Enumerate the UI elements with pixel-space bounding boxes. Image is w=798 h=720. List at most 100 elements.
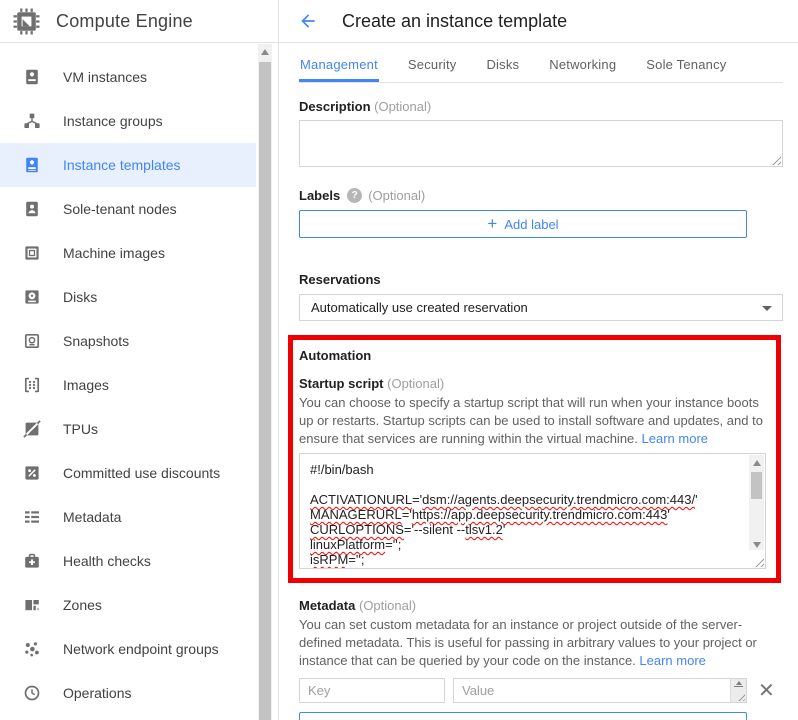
- sidebar-item-zones[interactable]: Zones: [0, 583, 256, 627]
- sidebar-item-metadata[interactable]: Metadata: [0, 495, 256, 539]
- description-label: Description (Optional): [299, 99, 783, 114]
- reservations-label: Reservations: [299, 272, 783, 287]
- script-scrollbar-up-icon[interactable]: [749, 455, 764, 471]
- metadata-key-input[interactable]: [299, 678, 445, 703]
- script-line: [310, 477, 745, 492]
- sidebar-item-label: Instance templates: [63, 157, 181, 173]
- startup-script-textarea[interactable]: #!/bin/bash ACTIVATIONURL='dsm://agents.…: [299, 453, 766, 569]
- metadata-kv-row: ✕: [299, 678, 783, 703]
- sidebar-item-operations[interactable]: Operations: [0, 671, 256, 715]
- sidebar-item-label: Instance groups: [63, 113, 163, 129]
- startup-script-help-text: You can choose to specify a startup scri…: [299, 394, 769, 448]
- metadata-help-text: You can set custom metadata for an insta…: [299, 616, 783, 670]
- sidebar-item-label: Network endpoint groups: [63, 641, 219, 657]
- help-icon[interactable]: ?: [347, 188, 362, 203]
- metadata-learn-more-link[interactable]: Learn more: [639, 653, 705, 668]
- compute-engine-window: Compute Engine VM instances Instance grou…: [0, 0, 798, 720]
- sidebar-item-disks[interactable]: Disks: [0, 275, 256, 319]
- sidebar-scrollbar[interactable]: [258, 44, 272, 720]
- sidebar-item-snapshots[interactable]: Snapshots: [0, 319, 256, 363]
- remove-row-icon[interactable]: ✕: [758, 681, 775, 701]
- script-line: CURLOPTIONS='--silent --tlsv1.2': [310, 522, 745, 537]
- sidebar-item-label: Sole-tenant nodes: [63, 201, 177, 217]
- sidebar-item-label: Machine images: [63, 245, 165, 261]
- app-title: Compute Engine: [56, 11, 193, 32]
- sidebar-item-label: Snapshots: [63, 333, 129, 349]
- instance-templates-icon: [23, 156, 41, 174]
- sidebar-item-instance-groups[interactable]: Instance groups: [0, 99, 256, 143]
- startup-learn-more-link[interactable]: Learn more: [642, 431, 708, 446]
- tab-security[interactable]: Security: [407, 43, 458, 82]
- sidebar-item-committed-use-discounts[interactable]: Committed use discounts: [0, 451, 256, 495]
- sidebar-header: Compute Engine: [0, 0, 278, 43]
- reservations-selected-option: Automatically use created reservation: [311, 300, 528, 315]
- sidebar-item-network-endpoint-groups[interactable]: Network endpoint groups: [0, 627, 256, 671]
- sidebar-item-label: Disks: [63, 289, 97, 305]
- labels-label: Labels: [299, 188, 340, 203]
- dropdown-caret-icon: [762, 306, 772, 311]
- sidebar-item-sole-tenant-nodes[interactable]: Sole-tenant nodes: [0, 187, 256, 231]
- metadata-icon: [23, 508, 41, 526]
- back-arrow-icon[interactable]: [296, 9, 320, 33]
- value-resize-widget[interactable]: [730, 679, 746, 702]
- description-optional-text: (Optional): [374, 99, 431, 114]
- disks-icon: [23, 288, 41, 306]
- add-item-button[interactable]: + Add item: [299, 712, 747, 720]
- sidebar-item-health-checks[interactable]: Health checks: [0, 539, 256, 583]
- description-field-wrap: [299, 120, 783, 167]
- sidebar-item-label: Zones: [63, 597, 102, 613]
- snapshots-icon: [23, 332, 41, 350]
- compute-engine-logo-icon: [13, 8, 40, 35]
- description-label-text: Description: [299, 99, 371, 114]
- resize-grip-icon: [736, 692, 745, 701]
- sidebar-items: VM instances Instance groups Instance temp…: [0, 43, 278, 715]
- sidebar-item-label: VM instances: [63, 69, 147, 85]
- script-line: ACTIVATIONURL='dsm://agents.deepsecurity…: [310, 492, 745, 507]
- tab-sole-tenancy[interactable]: Sole Tenancy: [645, 43, 727, 82]
- script-line: #!/bin/bash: [310, 462, 745, 477]
- sidebar-scrollbar-thumb[interactable]: [259, 62, 271, 720]
- metadata-value-input[interactable]: [454, 679, 730, 702]
- automation-section-title: Automation: [299, 348, 770, 363]
- sidebar-item-label: TPUs: [63, 421, 98, 437]
- description-input[interactable]: [300, 121, 782, 166]
- metadata-label: Metadata (Optional): [299, 598, 783, 613]
- script-scrollbar-thumb[interactable]: [751, 472, 762, 499]
- reservations-dropdown[interactable]: Automatically use created reservation: [299, 294, 783, 321]
- startup-script-optional-text: (Optional): [387, 376, 444, 391]
- sidebar-item-label: Health checks: [63, 553, 151, 569]
- scrollbar-up-arrow-icon[interactable]: [258, 44, 272, 60]
- stepper-icon: [731, 681, 746, 687]
- form-content: Management Security Disks Networking Sole Te…: [279, 43, 798, 720]
- sidebar-item-vm-instances[interactable]: VM instances: [0, 55, 256, 99]
- sidebar-item-machine-images[interactable]: Machine images: [0, 231, 256, 275]
- main-header: Create an instance template: [279, 0, 798, 43]
- operations-icon: [23, 684, 41, 702]
- startup-script-label-text: Startup script: [299, 376, 384, 391]
- sole-tenant-nodes-icon: [23, 200, 41, 218]
- sidebar-item-images[interactable]: Images: [0, 363, 256, 407]
- sidebar-item-instance-templates[interactable]: Instance templates: [0, 143, 256, 187]
- tpus-icon: [23, 420, 41, 438]
- metadata-optional-text: (Optional): [359, 598, 416, 613]
- health-checks-icon: [23, 552, 41, 570]
- metadata-label-text: Metadata: [299, 598, 355, 613]
- startup-script-label: Startup script (Optional): [299, 376, 770, 391]
- script-scrollbar-down-icon[interactable]: [749, 542, 764, 548]
- committed-use-discounts-icon: [23, 464, 41, 482]
- images-icon: [23, 376, 41, 394]
- sidebar-item-label: Images: [63, 377, 109, 393]
- machine-images-icon: [23, 244, 41, 262]
- plus-icon: +: [489, 717, 499, 720]
- script-scrollbar[interactable]: [749, 455, 764, 550]
- sidebar: Compute Engine VM instances Instance grou…: [0, 0, 278, 720]
- sidebar-item-tpus[interactable]: TPUs: [0, 407, 256, 451]
- tab-management[interactable]: Management: [299, 43, 379, 82]
- tab-networking[interactable]: Networking: [548, 43, 617, 82]
- tab-disks[interactable]: Disks: [485, 43, 520, 82]
- add-label-button[interactable]: + Add label: [299, 210, 747, 238]
- script-line: MANAGERURL='https://app.deepsecurity.tre…: [310, 507, 745, 522]
- zones-icon: [23, 596, 41, 614]
- main-panel: Create an instance template Management Se…: [278, 0, 798, 720]
- metadata-value-field: [453, 678, 747, 703]
